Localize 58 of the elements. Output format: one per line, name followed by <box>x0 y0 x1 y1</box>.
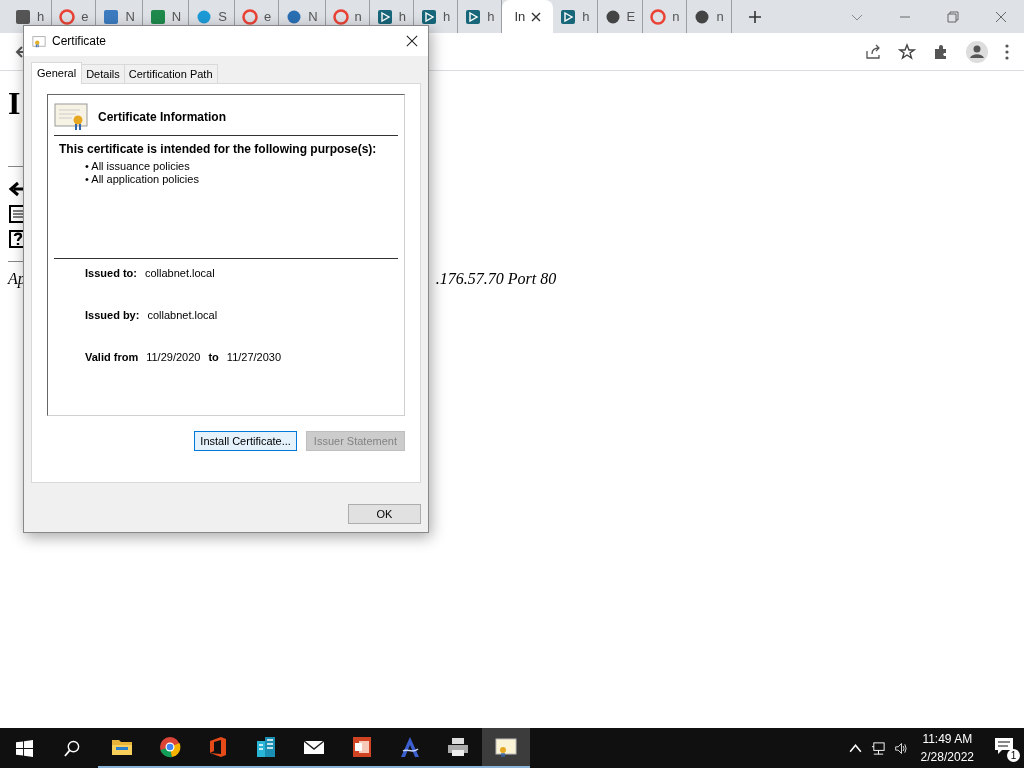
notification-count: 1 <box>1007 749 1020 762</box>
search-icon[interactable] <box>64 739 81 757</box>
certificate-icon <box>494 735 518 759</box>
field-label: to <box>208 351 219 365</box>
purpose-heading: This certificate is intended for the following purpose(s): <box>58 142 378 156</box>
ring-icon <box>650 8 667 25</box>
clock-time: 11:49 AM <box>922 731 973 748</box>
site-icon <box>103 8 120 25</box>
play-icon <box>465 8 482 25</box>
ring-icon <box>332 8 349 25</box>
site-icon <box>15 8 31 25</box>
field-label: Valid from <box>85 351 139 365</box>
site-icon <box>286 8 303 25</box>
purpose-item: • All application policies <box>85 173 200 186</box>
certificate-icon <box>54 103 88 131</box>
printer-icon <box>446 735 470 759</box>
info-title: Certificate Information <box>98 110 226 124</box>
field-label: Issued to: <box>85 267 137 281</box>
site-icon <box>149 8 166 25</box>
page-heading: I <box>8 85 21 122</box>
dialog-button[interactable]: Install Certificate... <box>194 431 297 451</box>
field-label: Issued by: <box>85 309 140 323</box>
buildings-icon <box>254 735 278 759</box>
close-tab-icon[interactable] <box>531 11 542 22</box>
play-icon <box>560 8 577 25</box>
share-icon[interactable] <box>864 42 882 61</box>
windows-start-icon[interactable] <box>16 739 33 757</box>
field-value: 11/27/2030 <box>226 351 282 365</box>
browser-tab[interactable]: In <box>502 0 554 33</box>
letter-a-icon <box>398 735 422 759</box>
site-icon <box>196 8 213 25</box>
play-icon <box>421 8 437 25</box>
field-value: collabnet.local <box>144 267 215 281</box>
taskbar-button[interactable] <box>482 728 530 768</box>
ring-icon <box>241 8 258 25</box>
field-value: collabnet.local <box>147 309 218 323</box>
dialog-title: Certificate <box>52 34 108 48</box>
dialog-tab[interactable]: Certification Path <box>123 64 218 83</box>
new-tab-icon[interactable] <box>747 9 762 24</box>
ok-button[interactable]: OK <box>348 504 421 524</box>
chrome-logo-icon <box>158 735 182 759</box>
slides-icon <box>350 735 374 759</box>
close-icon[interactable] <box>406 35 418 47</box>
field-value: 11/29/2020 <box>146 351 201 365</box>
star-icon[interactable] <box>898 42 916 61</box>
menu-icon[interactable] <box>1004 42 1010 61</box>
certificate-icon <box>32 34 46 48</box>
clock[interactable]: 11:49 AM 2/28/2022 <box>920 730 974 766</box>
restore-icon[interactable] <box>946 9 960 24</box>
address-text: .176.57.70 Port 80 <box>435 270 557 288</box>
speaker-icon[interactable] <box>893 740 909 756</box>
ring-icon <box>59 8 76 25</box>
network-icon[interactable] <box>870 740 886 756</box>
dialog-tab[interactable]: General <box>31 62 83 84</box>
purpose-item: • All issuance policies <box>85 160 191 173</box>
play-icon <box>376 8 393 25</box>
profile-icon[interactable] <box>966 40 988 63</box>
clock-date: 2/28/2022 <box>920 749 974 766</box>
